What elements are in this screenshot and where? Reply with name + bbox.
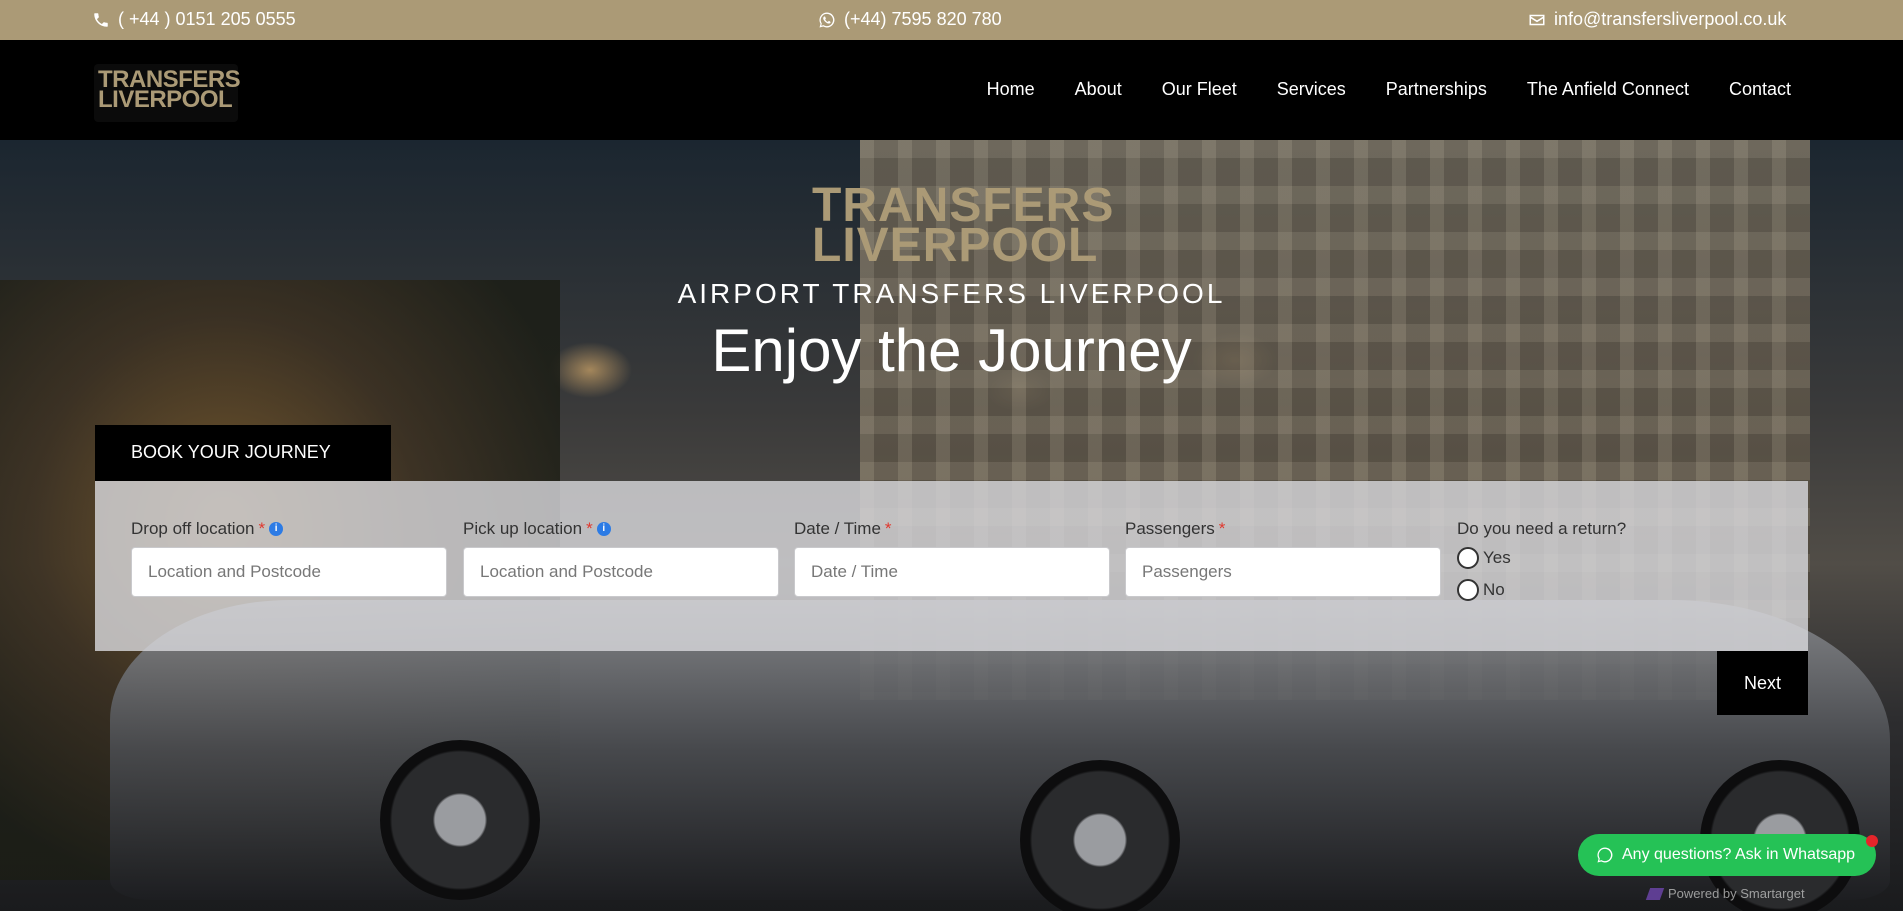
return-label: Do you need a return? xyxy=(1457,519,1627,538)
dropoff-input[interactable] xyxy=(131,547,447,597)
return-no-option[interactable]: No xyxy=(1457,579,1626,601)
datetime-input[interactable] xyxy=(794,547,1110,597)
pickup-field: Pick up location * i xyxy=(463,519,779,597)
hero-logo-line-2: LIVERPOOL xyxy=(812,219,1099,272)
email-link[interactable]: info@transfersliverpool.co.uk xyxy=(1528,9,1786,30)
envelope-icon xyxy=(1529,14,1545,25)
powered-by-link[interactable]: Powered by Smartarget xyxy=(1645,886,1805,901)
required-marker: * xyxy=(884,519,892,538)
whatsapp-icon xyxy=(819,12,835,27)
passengers-label-row: Passengers * xyxy=(1125,519,1441,539)
passengers-field: Passengers * xyxy=(1125,519,1441,597)
whatsapp-chat-label: Any questions? Ask in Whatsapp xyxy=(1622,846,1856,863)
whatsapp-number: (+44) 7595 820 780 xyxy=(844,9,1002,29)
return-field: Do you need a return? Yes No xyxy=(1457,519,1626,601)
phone-icon xyxy=(94,12,108,27)
site-logo[interactable]: TRANSFERS LIVERPOOL xyxy=(94,64,241,122)
required-marker: * xyxy=(1218,519,1226,538)
contact-bar: ( +44 ) 0151 205 0555 (+44) 7595 820 780… xyxy=(0,0,1903,40)
email-address: info@transfersliverpool.co.uk xyxy=(1554,9,1787,29)
smartarget-logo-icon xyxy=(1645,887,1665,900)
nav-anfield-connect[interactable]: The Anfield Connect xyxy=(1527,79,1689,100)
passengers-input[interactable] xyxy=(1125,547,1441,597)
whatsapp-icon xyxy=(1597,847,1613,863)
hero-logo: TRANSFERS LIVERPOOL xyxy=(812,182,1113,272)
return-no-radio[interactable] xyxy=(1457,579,1479,601)
booking-form: Drop off location * i Pick up location *… xyxy=(95,481,1808,651)
phone-link[interactable]: ( +44 ) 0151 205 0555 xyxy=(92,9,296,30)
book-journey-tab[interactable]: BOOK YOUR JOURNEY xyxy=(95,425,391,481)
datetime-label-row: Date / Time * xyxy=(794,519,1110,539)
whatsapp-chat-button[interactable]: Any questions? Ask in Whatsapp xyxy=(1578,834,1876,876)
return-no-label: No xyxy=(1483,580,1505,599)
powered-by-text: Powered by Smartarget xyxy=(1668,886,1805,901)
return-yes-radio[interactable] xyxy=(1457,547,1479,569)
info-icon[interactable]: i xyxy=(269,522,284,536)
car-wheel xyxy=(380,740,540,900)
return-yes-label: Yes xyxy=(1483,548,1511,567)
hero-headline: Enjoy the Journey xyxy=(711,317,1192,384)
dropoff-label: Drop off location xyxy=(131,519,255,538)
car-wheel xyxy=(1020,760,1180,911)
dropoff-field: Drop off location * i xyxy=(131,519,447,597)
pickup-label-row: Pick up location * i xyxy=(463,519,779,539)
info-icon[interactable]: i xyxy=(596,522,611,536)
main-navbar: TRANSFERS LIVERPOOL Home About Our Fleet… xyxy=(0,40,1903,140)
next-button[interactable]: Next xyxy=(1717,651,1808,715)
datetime-field: Date / Time * xyxy=(794,519,1110,597)
pickup-label: Pick up location xyxy=(463,519,583,538)
passengers-label: Passengers xyxy=(1125,519,1215,538)
dropoff-label-row: Drop off location * i xyxy=(131,519,447,539)
nav-services[interactable]: Services xyxy=(1277,79,1346,100)
hero-subtitle: AIRPORT TRANSFERS LIVERPOOL xyxy=(677,278,1226,309)
datetime-label: Date / Time xyxy=(794,519,881,538)
required-marker: * xyxy=(258,519,266,538)
nav-menu: Home About Our Fleet Services Partnershi… xyxy=(987,79,1791,100)
nav-about[interactable]: About xyxy=(1075,79,1122,100)
nav-partnerships[interactable]: Partnerships xyxy=(1386,79,1487,100)
notification-dot xyxy=(1866,835,1878,847)
nav-our-fleet[interactable]: Our Fleet xyxy=(1162,79,1237,100)
phone-number: ( +44 ) 0151 205 0555 xyxy=(118,9,296,29)
logo-line-2: LIVERPOOL xyxy=(98,86,233,113)
nav-contact[interactable]: Contact xyxy=(1729,79,1791,100)
nav-home[interactable]: Home xyxy=(987,79,1035,100)
whatsapp-link[interactable]: (+44) 7595 820 780 xyxy=(818,9,1002,30)
required-marker: * xyxy=(586,519,593,538)
return-yes-option[interactable]: Yes xyxy=(1457,547,1626,569)
pickup-input[interactable] xyxy=(463,547,779,597)
